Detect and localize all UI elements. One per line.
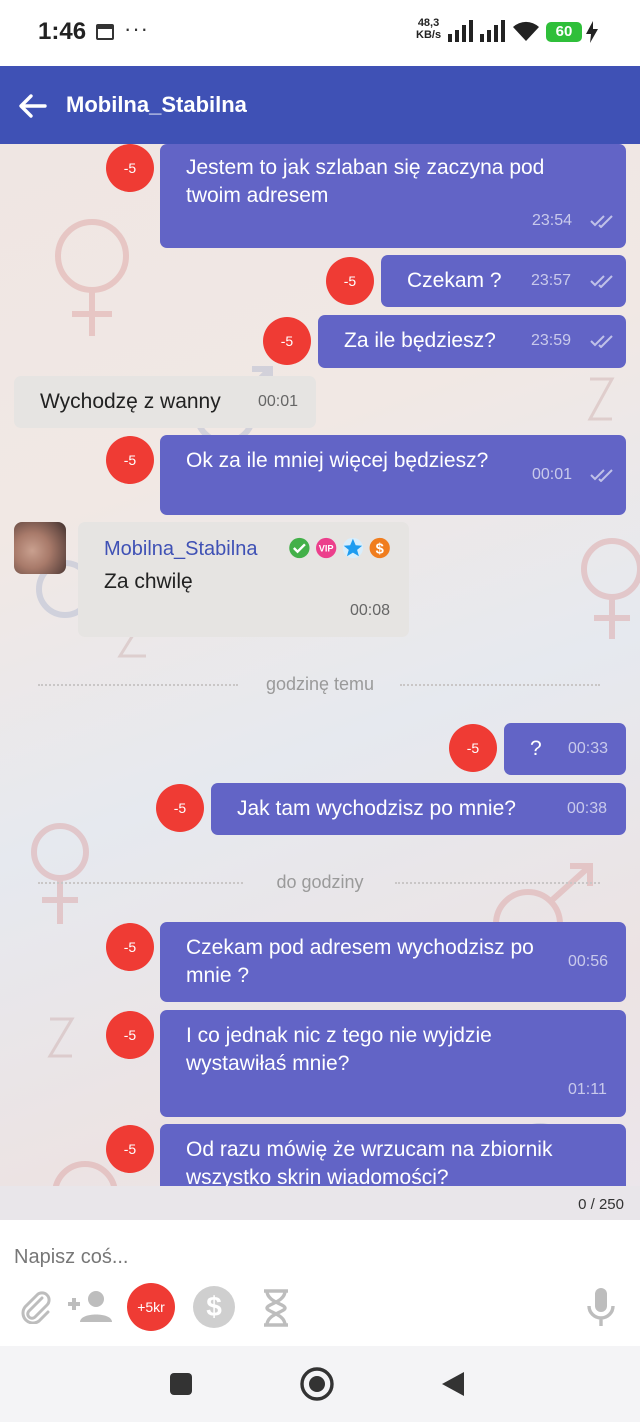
message-text: Czekam pod adresem wychodzisz po mnie ? <box>186 936 534 987</box>
message-text: Jestem to jak szlaban się zaczyna pod tw… <box>186 156 545 207</box>
message-text: ? <box>530 737 542 760</box>
message-time: 00:38 <box>567 800 608 817</box>
system-nav-bar <box>0 1346 640 1422</box>
home-icon[interactable] <box>299 1366 335 1402</box>
message-cost-badge[interactable]: -5 <box>263 317 311 365</box>
incoming-message[interactable]: Wychodzę z wanny 00:01 <box>14 376 316 428</box>
status-time: 1:46 <box>38 18 87 45</box>
composer: +5kr $ <box>0 1220 640 1346</box>
wifi-icon <box>513 21 539 41</box>
back-arrow-icon[interactable] <box>16 90 48 122</box>
double-check-icon <box>590 275 613 288</box>
battery-icon: 60 <box>546 22 582 42</box>
message-text: I co jednak nic z tego nie wyjdzie wysta… <box>186 1024 492 1075</box>
sender-badges: VIP $ <box>289 537 390 559</box>
back-icon[interactable] <box>440 1370 466 1398</box>
message-cost-badge[interactable]: -5 <box>449 724 497 772</box>
message-text: Za chwilę <box>104 570 193 593</box>
message-cost-badge[interactable]: -5 <box>106 1125 154 1173</box>
calendar-icon <box>96 24 114 40</box>
add-credits-button[interactable]: +5kr <box>127 1283 175 1331</box>
add-person-icon[interactable] <box>66 1290 114 1322</box>
message-time: 00:01 <box>532 466 573 483</box>
sender-name[interactable]: Mobilna_Stabilna <box>104 538 257 561</box>
network-speed-value: 48,3 <box>417 17 440 29</box>
coin-icon: $ <box>369 537 390 559</box>
time-divider: do godziny <box>276 872 364 892</box>
message-time: 00:33 <box>568 740 609 757</box>
chat-area[interactable]: -5 Jestem to jak szlaban się zaczyna pod… <box>0 144 640 1220</box>
chat-footer-strip <box>0 1186 640 1220</box>
message-time: 00:01 <box>258 393 299 410</box>
message-cost-badge[interactable]: -5 <box>106 1011 154 1059</box>
message-text: Wychodzę z wanny <box>40 390 221 413</box>
outgoing-message[interactable]: Jak tam wychodzisz po mnie? 00:38 <box>211 783 626 835</box>
message-cost-badge[interactable]: -5 <box>106 144 154 192</box>
time-divider: godzinę temu <box>265 674 375 694</box>
status-bar: 1:46 ··· 48,3 KB/s 60 <box>0 0 640 66</box>
signal-icon <box>480 20 505 42</box>
double-check-icon <box>590 335 613 348</box>
message-time: 23:59 <box>531 332 572 349</box>
incoming-message[interactable]: Mobilna_Stabilna VIP $ Za chwilę 00:08 <box>78 522 409 637</box>
message-time: 00:08 <box>350 602 391 619</box>
char-counter: 0 / 250 <box>578 1196 624 1213</box>
message-time: 23:57 <box>531 272 572 289</box>
charging-icon <box>586 21 598 43</box>
network-speed-unit: KB/s <box>416 29 442 41</box>
message-input[interactable] <box>12 1240 616 1274</box>
outgoing-message[interactable]: Za ile będziesz? 23:59 <box>318 315 626 368</box>
verified-icon <box>289 537 310 559</box>
outgoing-message[interactable]: Czekam ? 23:57 <box>381 255 626 307</box>
message-cost-badge[interactable]: -5 <box>106 923 154 971</box>
star-icon <box>342 537 364 559</box>
recent-apps-icon[interactable] <box>169 1372 193 1396</box>
message-text: Czekam ? <box>407 269 502 292</box>
outgoing-message[interactable]: I co jednak nic z tego nie wyjdzie wysta… <box>160 1010 626 1117</box>
message-text: Ok za ile mniej więcej będziesz? <box>186 449 489 472</box>
avatar[interactable] <box>14 522 66 574</box>
network-speed: 48,3 KB/s <box>416 17 441 41</box>
svg-text:$: $ <box>376 542 384 558</box>
outgoing-message[interactable]: ? 00:33 <box>504 723 626 775</box>
message-time: 23:54 <box>532 212 573 229</box>
double-check-icon <box>590 469 613 482</box>
message-time: 00:56 <box>568 953 609 970</box>
outgoing-message[interactable]: Ok za ile mniej więcej będziesz? 00:01 <box>160 435 626 515</box>
message-cost-badge[interactable]: -5 <box>106 436 154 484</box>
svg-text:VIP: VIP <box>319 544 334 554</box>
chat-title: Mobilna_Stabilna <box>66 92 247 117</box>
app-bar: Mobilna_Stabilna <box>0 66 640 144</box>
message-text: Za ile będziesz? <box>344 329 496 352</box>
outgoing-message[interactable]: Czekam pod adresem wychodzisz po mnie ? … <box>160 922 626 1002</box>
message-text: Jak tam wychodzisz po mnie? <box>237 797 516 820</box>
double-check-icon <box>590 215 613 228</box>
send-money-button[interactable]: $ <box>193 1286 235 1328</box>
signal-icon <box>448 20 473 42</box>
message-cost-badge[interactable]: -5 <box>326 257 374 305</box>
vip-icon: VIP <box>316 537 337 559</box>
hourglass-icon[interactable] <box>261 1288 291 1328</box>
message-cost-badge[interactable]: -5 <box>156 784 204 832</box>
microphone-icon[interactable] <box>586 1286 616 1328</box>
message-time: 01:11 <box>568 1081 607 1098</box>
attachment-icon[interactable] <box>20 1288 52 1324</box>
message-text: Od razu mówię że wrzucam na zbiornik wsz… <box>186 1138 553 1189</box>
more-notifications-icon: ··· <box>124 16 149 41</box>
outgoing-message[interactable]: Jestem to jak szlaban się zaczyna pod tw… <box>160 144 626 248</box>
